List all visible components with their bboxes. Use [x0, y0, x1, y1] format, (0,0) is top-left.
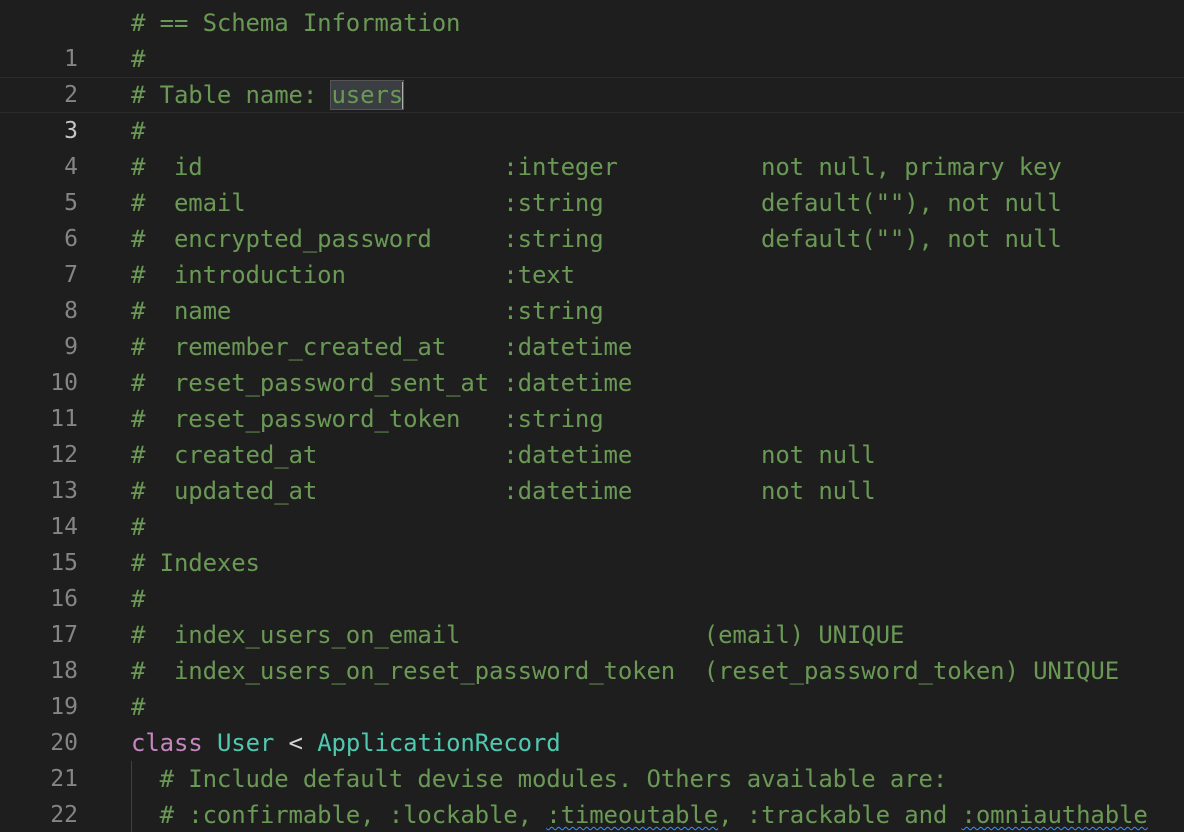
line-text-segment: , :trackable and: [718, 801, 962, 829]
code-line[interactable]: 9 # name :string: [0, 293, 1184, 360]
line-text: #: [131, 117, 146, 145]
inherit-operator: <: [288, 729, 303, 757]
code-line-current[interactable]: 3 # Table name: users: [0, 77, 1184, 144]
code-line[interactable]: 6 # email :string default(""), not null: [0, 185, 1184, 252]
code-line[interactable]: 17 #: [0, 581, 1184, 648]
line-text: # :confirmable, :lockable, :timeoutable,…: [131, 797, 1148, 832]
line-text: #: [131, 513, 146, 541]
class-name: User: [216, 729, 275, 757]
code-line[interactable]: 20 #: [0, 689, 1184, 756]
line-text: # name :string: [131, 297, 604, 325]
code-line[interactable]: 11 # reset_password_sent_at :datetime: [0, 365, 1184, 432]
line-text: # == Schema Information: [131, 9, 461, 37]
line-text: class User < ApplicationRecord: [131, 725, 561, 761]
code-line[interactable]: 22 # Include default devise modules. Oth…: [0, 761, 1184, 828]
line-text: # id :integer not null, primary key: [131, 153, 1062, 181]
line-text: # remember_created_at :datetime: [131, 333, 633, 361]
line-text: #: [131, 45, 146, 73]
code-line[interactable]: 23 # :confirmable, :lockable, :timeoutab…: [0, 797, 1184, 832]
line-text-segment: # Table name:: [131, 81, 332, 109]
line-text: # created_at :datetime not null: [131, 441, 876, 469]
code-line[interactable]: 7 # encrypted_password :string default("…: [0, 221, 1184, 288]
line-text: # updated_at :datetime not null: [131, 477, 876, 505]
code-line[interactable]: 14 # updated_at :datetime not null: [0, 473, 1184, 540]
line-text: # Include default devise modules. Others…: [131, 765, 948, 793]
code-line[interactable]: 21 class User < ApplicationRecord: [0, 725, 1184, 792]
line-text: # encrypted_password :string default("")…: [131, 225, 1062, 253]
line-text: # Indexes: [131, 549, 260, 577]
line-text: #: [131, 693, 146, 721]
line-text-segment: # :confirmable, :lockable,: [131, 801, 547, 829]
code-line[interactable]: 13 # created_at :datetime not null: [0, 437, 1184, 504]
line-text: #: [131, 585, 146, 613]
text-cursor: [402, 82, 405, 110]
code-line[interactable]: 16 # Indexes: [0, 545, 1184, 612]
parent-class-name: ApplicationRecord: [317, 729, 561, 757]
line-text: # index_users_on_email (email) UNIQUE: [131, 621, 905, 649]
code-line[interactable]: 15 #: [0, 509, 1184, 576]
line-text: # index_users_on_reset_password_token (r…: [131, 657, 1120, 685]
selected-text[interactable]: users: [330, 80, 405, 110]
code-line[interactable]: 5 # id :integer not null, primary key: [0, 149, 1184, 216]
keyword-class: class: [131, 729, 203, 757]
line-text: # reset_password_token :string: [131, 405, 604, 433]
code-editor[interactable]: 1 # == Schema Information 2 # 3 # Table …: [0, 0, 1184, 832]
code-line[interactable]: 2 #: [0, 41, 1184, 108]
code-line[interactable]: 1 # == Schema Information: [0, 5, 1184, 72]
line-text: # introduction :text: [131, 261, 575, 289]
code-line[interactable]: 18 # index_users_on_email (email) UNIQUE: [0, 617, 1184, 684]
line-text: # Table name: users: [131, 77, 405, 113]
code-line[interactable]: 19 # index_users_on_reset_password_token…: [0, 653, 1184, 720]
spelling-warning[interactable]: :omniauthable: [962, 801, 1148, 829]
code-line[interactable]: 10 # remember_created_at :datetime: [0, 329, 1184, 396]
code-line[interactable]: 12 # reset_password_token :string: [0, 401, 1184, 468]
line-text: # email :string default(""), not null: [131, 189, 1062, 217]
line-text: # reset_password_sent_at :datetime: [131, 369, 633, 397]
spelling-warning[interactable]: :timeoutable: [546, 801, 718, 829]
code-line[interactable]: 8 # introduction :text: [0, 257, 1184, 324]
code-line[interactable]: 4 #: [0, 113, 1184, 180]
